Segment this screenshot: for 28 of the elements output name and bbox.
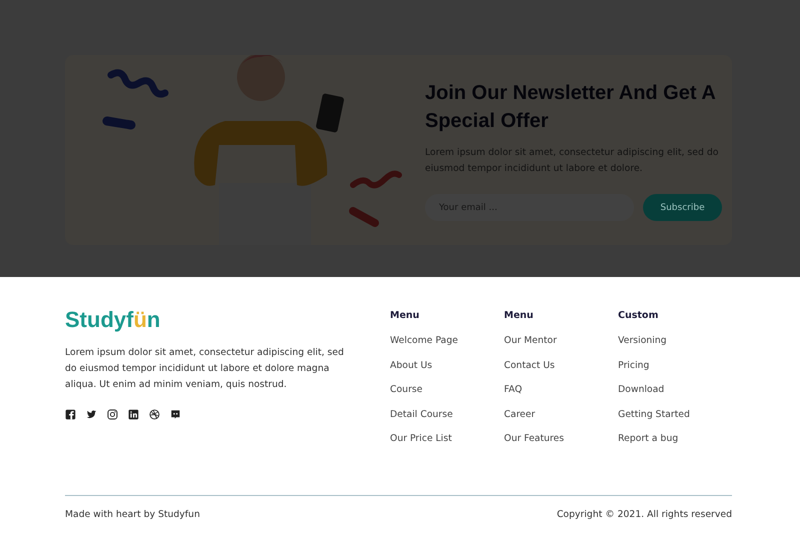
footer-link[interactable]: Detail Course: [390, 408, 453, 420]
subscribe-button[interactable]: Subscribe: [643, 194, 722, 221]
footer-link[interactable]: Pricing: [618, 360, 650, 372]
facebook-icon[interactable]: [65, 409, 76, 420]
footer-link[interactable]: Career: [504, 408, 536, 420]
instagram-icon[interactable]: [107, 409, 118, 420]
column-heading: Custom: [618, 310, 658, 322]
footer-link[interactable]: Welcome Page: [390, 335, 458, 347]
footer-link[interactable]: FAQ: [504, 384, 522, 396]
dribbble-icon[interactable]: [149, 409, 160, 420]
footer-link[interactable]: Contact Us: [504, 360, 555, 372]
footer-link[interactable]: Our Features: [504, 433, 564, 445]
column-heading: Menu: [504, 310, 534, 322]
copyright-text: Copyright © 2021. All rights reserved: [556, 509, 732, 520]
footer-link[interactable]: Our Mentor: [504, 335, 557, 347]
column-heading: Menu: [390, 310, 420, 322]
credit-text: Made with heart by Studyfun: [65, 509, 200, 520]
footer-link[interactable]: Download: [618, 384, 664, 396]
linkedin-icon[interactable]: [128, 409, 139, 420]
footer-link[interactable]: Versioning: [618, 335, 667, 347]
footer-link[interactable]: Our Price List: [390, 433, 452, 445]
footer-link[interactable]: Course: [390, 384, 422, 396]
footer-description: Lorem ipsum dolor sit amet, consectetur adipiscing elit, sed do eiusmod tempor incididunt ut labore et dolore magna aliqua. Ut enim ad minim veniam, quis nostrud.: [65, 346, 345, 392]
footer-link[interactable]: Getting Started: [618, 408, 690, 420]
twitter-icon[interactable]: [86, 409, 97, 420]
footer-link[interactable]: About Us: [390, 360, 432, 372]
footer-link[interactable]: Report a bug: [618, 433, 678, 445]
newsletter-heading: Join Our Newsletter And Get A Special Offer: [425, 81, 716, 134]
